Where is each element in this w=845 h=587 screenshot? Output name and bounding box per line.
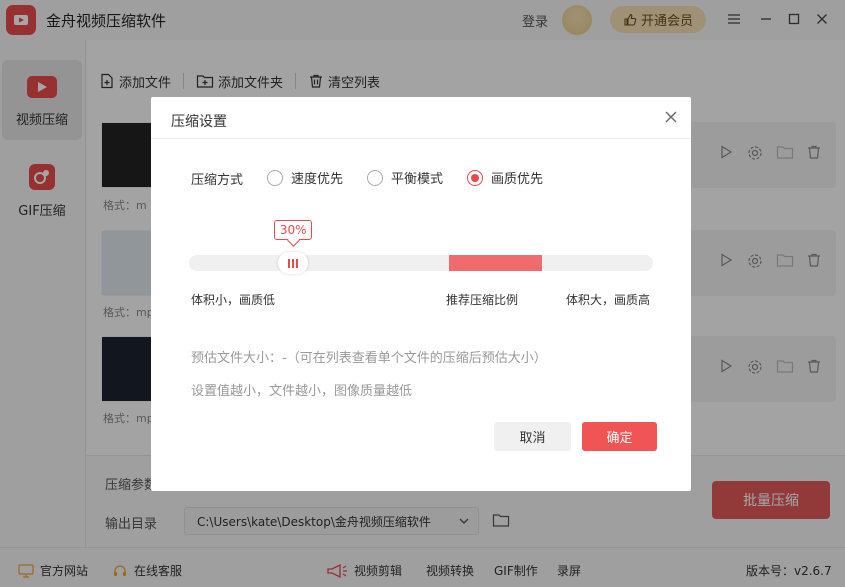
confirm-button[interactable]: 确定	[582, 422, 657, 451]
estimate-text: 预估文件大小：-（可在列表查看单个文件的压缩后预估大小）	[191, 351, 547, 366]
mode-label: 压缩方式	[191, 173, 244, 188]
cancel-button[interactable]: 取消	[494, 422, 571, 451]
radio-circle	[367, 169, 383, 186]
note-text: 设置值越小，文件越小，图像质量越低	[191, 384, 413, 399]
radio-circle	[267, 169, 283, 186]
slider-handle[interactable]	[278, 252, 309, 274]
dialog-header: 压缩设置	[151, 97, 691, 139]
slider-value-bubble: 30%	[274, 220, 313, 240]
radio-speed-priority[interactable]: 速度优先	[267, 168, 343, 187]
radio-quality-priority[interactable]: 画质优先	[467, 168, 543, 187]
compress-settings-dialog: 压缩设置 压缩方式 速度优先 平衡模式 画质优先 30% 体积小，画质低 推荐压…	[151, 97, 691, 491]
dialog-title: 压缩设置	[171, 114, 227, 130]
scale-right-label: 体积大，画质高	[566, 293, 651, 307]
radio-circle-selected	[467, 169, 483, 186]
recommended-range	[448, 255, 542, 271]
radio-balanced[interactable]: 平衡模式	[367, 168, 443, 187]
scale-mid-label: 推荐压缩比例	[446, 293, 519, 307]
scale-left-label: 体积小，画质低	[191, 293, 276, 307]
compression-slider[interactable]	[189, 252, 653, 274]
close-icon[interactable]	[663, 109, 679, 125]
